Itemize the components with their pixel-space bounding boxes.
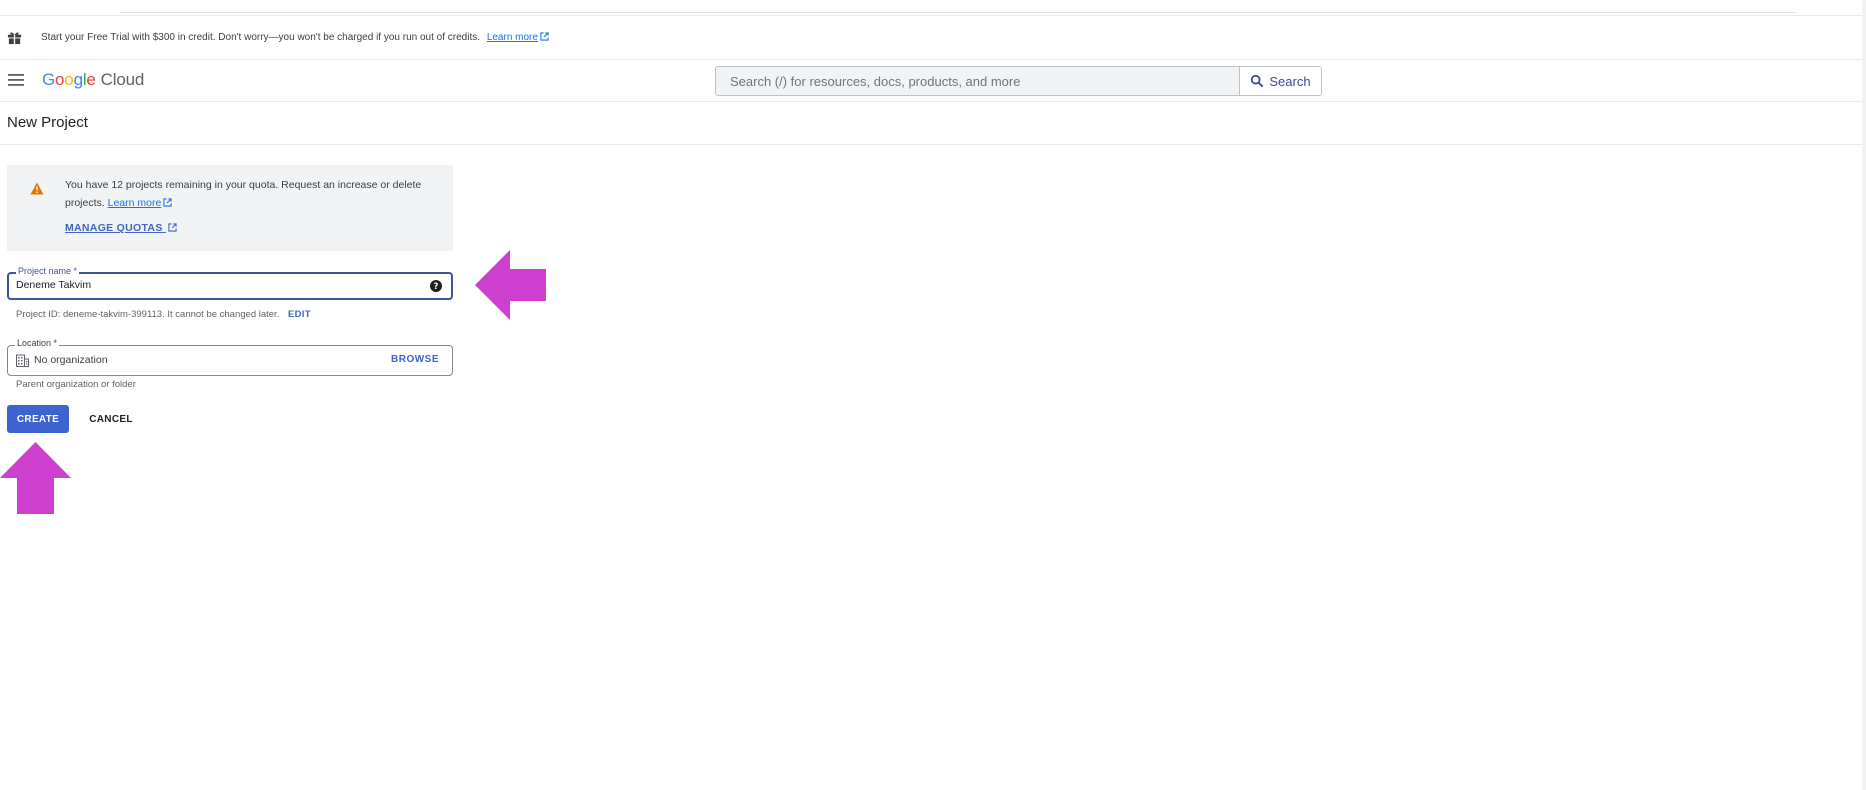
quota-message: You have 12 projects remaining in your q…	[65, 176, 435, 212]
external-link-icon	[540, 32, 549, 41]
external-link-icon	[168, 223, 177, 232]
gift-icon	[7, 32, 22, 45]
location-label: Location *	[15, 338, 60, 348]
search-bar: Search	[715, 66, 1322, 96]
scrollbar-track[interactable]	[1862, 0, 1866, 790]
search-button-label: Search	[1269, 73, 1311, 89]
arrow-up-icon	[0, 442, 71, 514]
project-id-info: Project ID: deneme-takvim-399113. It can…	[16, 309, 311, 320]
trial-message: Start your Free Trial with $300 in credi…	[41, 32, 481, 43]
project-id-text: Project ID: deneme-takvim-399113. It can…	[16, 309, 280, 320]
project-name-label: Project name *	[16, 266, 80, 276]
free-trial-banner: Start your Free Trial with $300 in credi…	[0, 17, 1862, 60]
location-value: No organization	[34, 354, 108, 366]
edit-project-id-button[interactable]: EDIT	[288, 309, 311, 320]
search-icon	[1251, 74, 1264, 88]
browse-button[interactable]: BROWSE	[391, 354, 439, 365]
trial-learn-more-link[interactable]: Learn more	[487, 32, 538, 43]
location-field[interactable]: Location * No organization BROWSE	[7, 338, 453, 376]
location-hint: Parent organization or folder	[16, 379, 136, 390]
quota-learn-more-link[interactable]: Learn more	[108, 197, 162, 209]
svg-text:?: ?	[434, 282, 439, 292]
page-title-bar: New Project	[0, 102, 1862, 145]
project-name-input[interactable]	[16, 279, 416, 291]
search-button[interactable]: Search	[1239, 67, 1321, 95]
top-strip	[0, 0, 1866, 16]
create-button[interactable]: CREATE	[7, 405, 69, 433]
cancel-button[interactable]: CANCEL	[82, 405, 140, 433]
top-divider	[120, 12, 1796, 13]
manage-quotas-link[interactable]: MANAGE QUOTAS	[65, 222, 177, 234]
quota-notice: You have 12 projects remaining in your q…	[7, 165, 453, 251]
project-name-field[interactable]: Project name * ?	[7, 266, 453, 300]
external-link-icon	[163, 198, 172, 207]
help-icon[interactable]: ?	[430, 280, 442, 292]
page-title: New Project	[7, 114, 88, 131]
google-cloud-logo[interactable]: Google Cloud	[42, 70, 144, 90]
logo-google-word: Google	[42, 70, 96, 89]
logo-cloud-word: Cloud	[100, 70, 145, 89]
building-icon	[16, 354, 29, 367]
arrow-left-icon	[475, 250, 546, 320]
top-header: Google Cloud Search	[0, 60, 1862, 102]
manage-quotas-label: MANAGE QUOTAS	[65, 222, 163, 234]
warning-icon	[30, 182, 44, 195]
trial-text: Start your Free Trial with $300 in credi…	[41, 32, 549, 43]
search-input[interactable]	[716, 67, 1239, 95]
menu-icon[interactable]	[8, 73, 24, 87]
